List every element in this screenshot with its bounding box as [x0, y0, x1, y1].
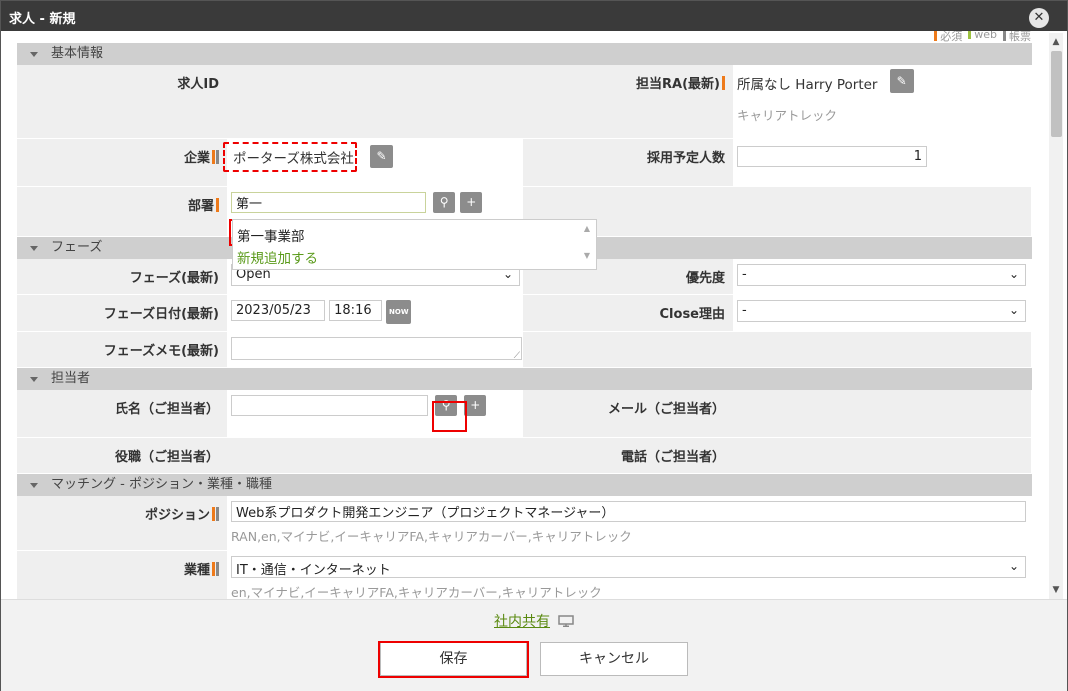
contact-name-cell: ⚲ +: [227, 390, 523, 437]
company-label: 企業: [17, 139, 227, 186]
dropdown-option-existing[interactable]: 第一事業部: [237, 225, 305, 245]
industry-label: 業種: [17, 551, 227, 599]
close-reason-label: Close理由: [523, 295, 733, 331]
hires-input[interactable]: [737, 146, 927, 167]
dropdown-scrollbar[interactable]: ▲ ▼: [580, 224, 594, 266]
contact-mail-label: メール（ご担当者）: [523, 390, 733, 437]
scroll-up-icon[interactable]: ▲: [1049, 35, 1063, 49]
resize-handle-icon[interactable]: ⟋: [514, 351, 520, 361]
industry-select[interactable]: IT・通信・インターネット ⌄: [231, 556, 1026, 578]
position-label: ポジション: [17, 496, 227, 550]
section-person-title: 担当者: [51, 371, 91, 386]
close-icon[interactable]: ✕: [1029, 8, 1049, 28]
chevron-down-icon: ⌄: [1008, 267, 1019, 281]
close-reason-cell: - ⌄: [733, 295, 1031, 331]
dialog-footer: 社内共有 保存 キャンセル: [1, 599, 1067, 691]
pencil-icon[interactable]: ✎: [889, 69, 914, 93]
now-button[interactable]: NOW: [386, 300, 412, 324]
position-input[interactable]: [231, 501, 1026, 522]
plus-icon[interactable]: +: [464, 395, 487, 416]
form-scrollbar[interactable]: ▲ ▼: [1049, 33, 1063, 599]
section-matching-title: マッチング - ポジション・業種・職種: [51, 477, 272, 492]
row-person-title: 役職（ご担当者） 電話（ご担当者）: [17, 438, 1032, 474]
empty-value-2: [733, 332, 1031, 367]
row-jobid-ra: 求人ID 担当RA(最新) 所属なし Harry Porter ✎ キャリアトレ…: [17, 65, 1032, 139]
chevron-down-icon: ⌄: [1008, 303, 1019, 317]
row-company-hires: 企業 ポーターズ株式会社 ✎ 採用予定人数: [17, 139, 1032, 187]
position-sub: RAN,en,マイナビ,イーキャリアFA,キャリアカーバー,キャリアトレック: [231, 529, 632, 544]
row-position: ポジション RAN,en,マイナビ,イーキャリアFA,キャリアカーバー,キャリア…: [17, 496, 1032, 551]
contact-name-label: 氏名（ご担当者）: [17, 390, 227, 437]
cancel-button[interactable]: キャンセル: [540, 642, 688, 676]
share-link[interactable]: 社内共有: [494, 611, 550, 631]
section-person[interactable]: 担当者: [17, 368, 1032, 390]
contact-phone-value: [733, 438, 1031, 473]
position-value-cell: RAN,en,マイナビ,イーキャリアFA,キャリアカーバー,キャリアトレック: [227, 496, 1032, 550]
section-matching[interactable]: マッチング - ポジション・業種・職種: [17, 474, 1032, 496]
close-reason-select[interactable]: - ⌄: [737, 300, 1026, 322]
dropdown-option-add-new[interactable]: 新規追加する: [237, 247, 318, 267]
ra-label: 担当RA(最新): [523, 65, 733, 138]
industry-sub: en,マイナビ,イーキャリアFA,キャリアカーバー,キャリアトレック: [231, 585, 602, 599]
search-icon[interactable]: ⚲: [433, 192, 456, 213]
contact-phone-label: 電話（ご担当者）: [523, 438, 733, 473]
contact-title-label: 役職（ご担当者）: [17, 438, 227, 473]
phase-date-cell: NOW: [227, 295, 523, 331]
priority-value-cell: - ⌄: [733, 259, 1031, 294]
dialog-title: 求人 - 新規: [9, 12, 76, 27]
department-autocomplete: 第一事業部 新規追加する ▲ ▼: [232, 219, 597, 270]
company-highlight: [223, 142, 357, 172]
row-person-name: 氏名（ご担当者） ⚲ + メール（ご担当者）: [17, 390, 1032, 438]
row-phase-date: フェーズ日付(最新) NOW Close理由 -⌄: [17, 295, 1032, 332]
job-id-value: [227, 65, 523, 138]
phase-memo-cell: ⟋: [227, 332, 523, 367]
hires-value-cell: [733, 139, 1031, 186]
contact-search-highlight: [432, 401, 467, 432]
dialog-titlebar: 求人 - 新規 ✕: [1, 1, 1067, 31]
ra-value: 所属なし Harry Porter: [737, 77, 878, 93]
row-phase-memo: フェーズメモ(最新) ⟋: [17, 332, 1032, 368]
contact-mail-value: [733, 390, 1031, 437]
industry-value-cell: IT・通信・インターネット ⌄ en,マイナビ,イーキャリアFA,キャリアカーバー…: [227, 551, 1032, 599]
hires-label: 採用予定人数: [523, 139, 733, 186]
row-industry: 業種 IT・通信・インターネット ⌄ en,マイナビ,イーキャリアFA,キャリアカ…: [17, 551, 1032, 599]
ra-value-cell: 所属なし Harry Porter ✎ キャリアトレック: [733, 65, 1031, 138]
phase-time-input[interactable]: [329, 300, 383, 321]
scroll-thumb[interactable]: [1051, 51, 1062, 137]
job-id-label: 求人ID: [17, 65, 227, 138]
department-label: 部署: [17, 187, 227, 236]
ra-sub: キャリアトレック: [737, 108, 838, 123]
phase-memo-textarea[interactable]: ⟋: [231, 337, 522, 361]
phase-memo-label: フェーズメモ(最新): [17, 332, 227, 367]
form-content: 基本情報 求人ID 担当RA(最新) 所属なし Harry Porter ✎ キ…: [17, 43, 1032, 599]
scroll-down-icon[interactable]: ▼: [1049, 583, 1063, 597]
empty-label-2: [523, 332, 733, 367]
phase-date-label: フェーズ日付(最新): [17, 295, 227, 331]
chevron-down-icon[interactable]: ▼: [580, 251, 594, 260]
phase-label: フェーズ(最新): [17, 259, 227, 294]
chevron-up-icon[interactable]: ▲: [580, 224, 594, 233]
empty-value: [733, 187, 1031, 236]
section-basic[interactable]: 基本情報: [17, 43, 1032, 65]
phase-date-input[interactable]: [231, 300, 325, 321]
section-basic-title: 基本情報: [51, 46, 104, 61]
contact-title-value: [227, 438, 523, 473]
contact-name-input[interactable]: [231, 395, 428, 416]
plus-icon[interactable]: +: [460, 192, 483, 213]
job-create-dialog: 求人 - 新規 ✕ 必須 web 帳票 基本情報 求人ID 担当RA(最新) 所…: [0, 0, 1068, 691]
pencil-icon[interactable]: ✎: [369, 145, 393, 168]
form-scroll-area[interactable]: 必須 web 帳票 基本情報 求人ID 担当RA(最新) 所属なし Harry …: [1, 31, 1067, 599]
monitor-icon[interactable]: [558, 615, 574, 627]
priority-select[interactable]: - ⌄: [737, 264, 1026, 286]
chevron-down-icon: ⌄: [1008, 559, 1019, 573]
save-highlight: [378, 641, 529, 678]
department-input[interactable]: [231, 192, 426, 213]
section-phase-title: フェーズ: [51, 240, 103, 255]
